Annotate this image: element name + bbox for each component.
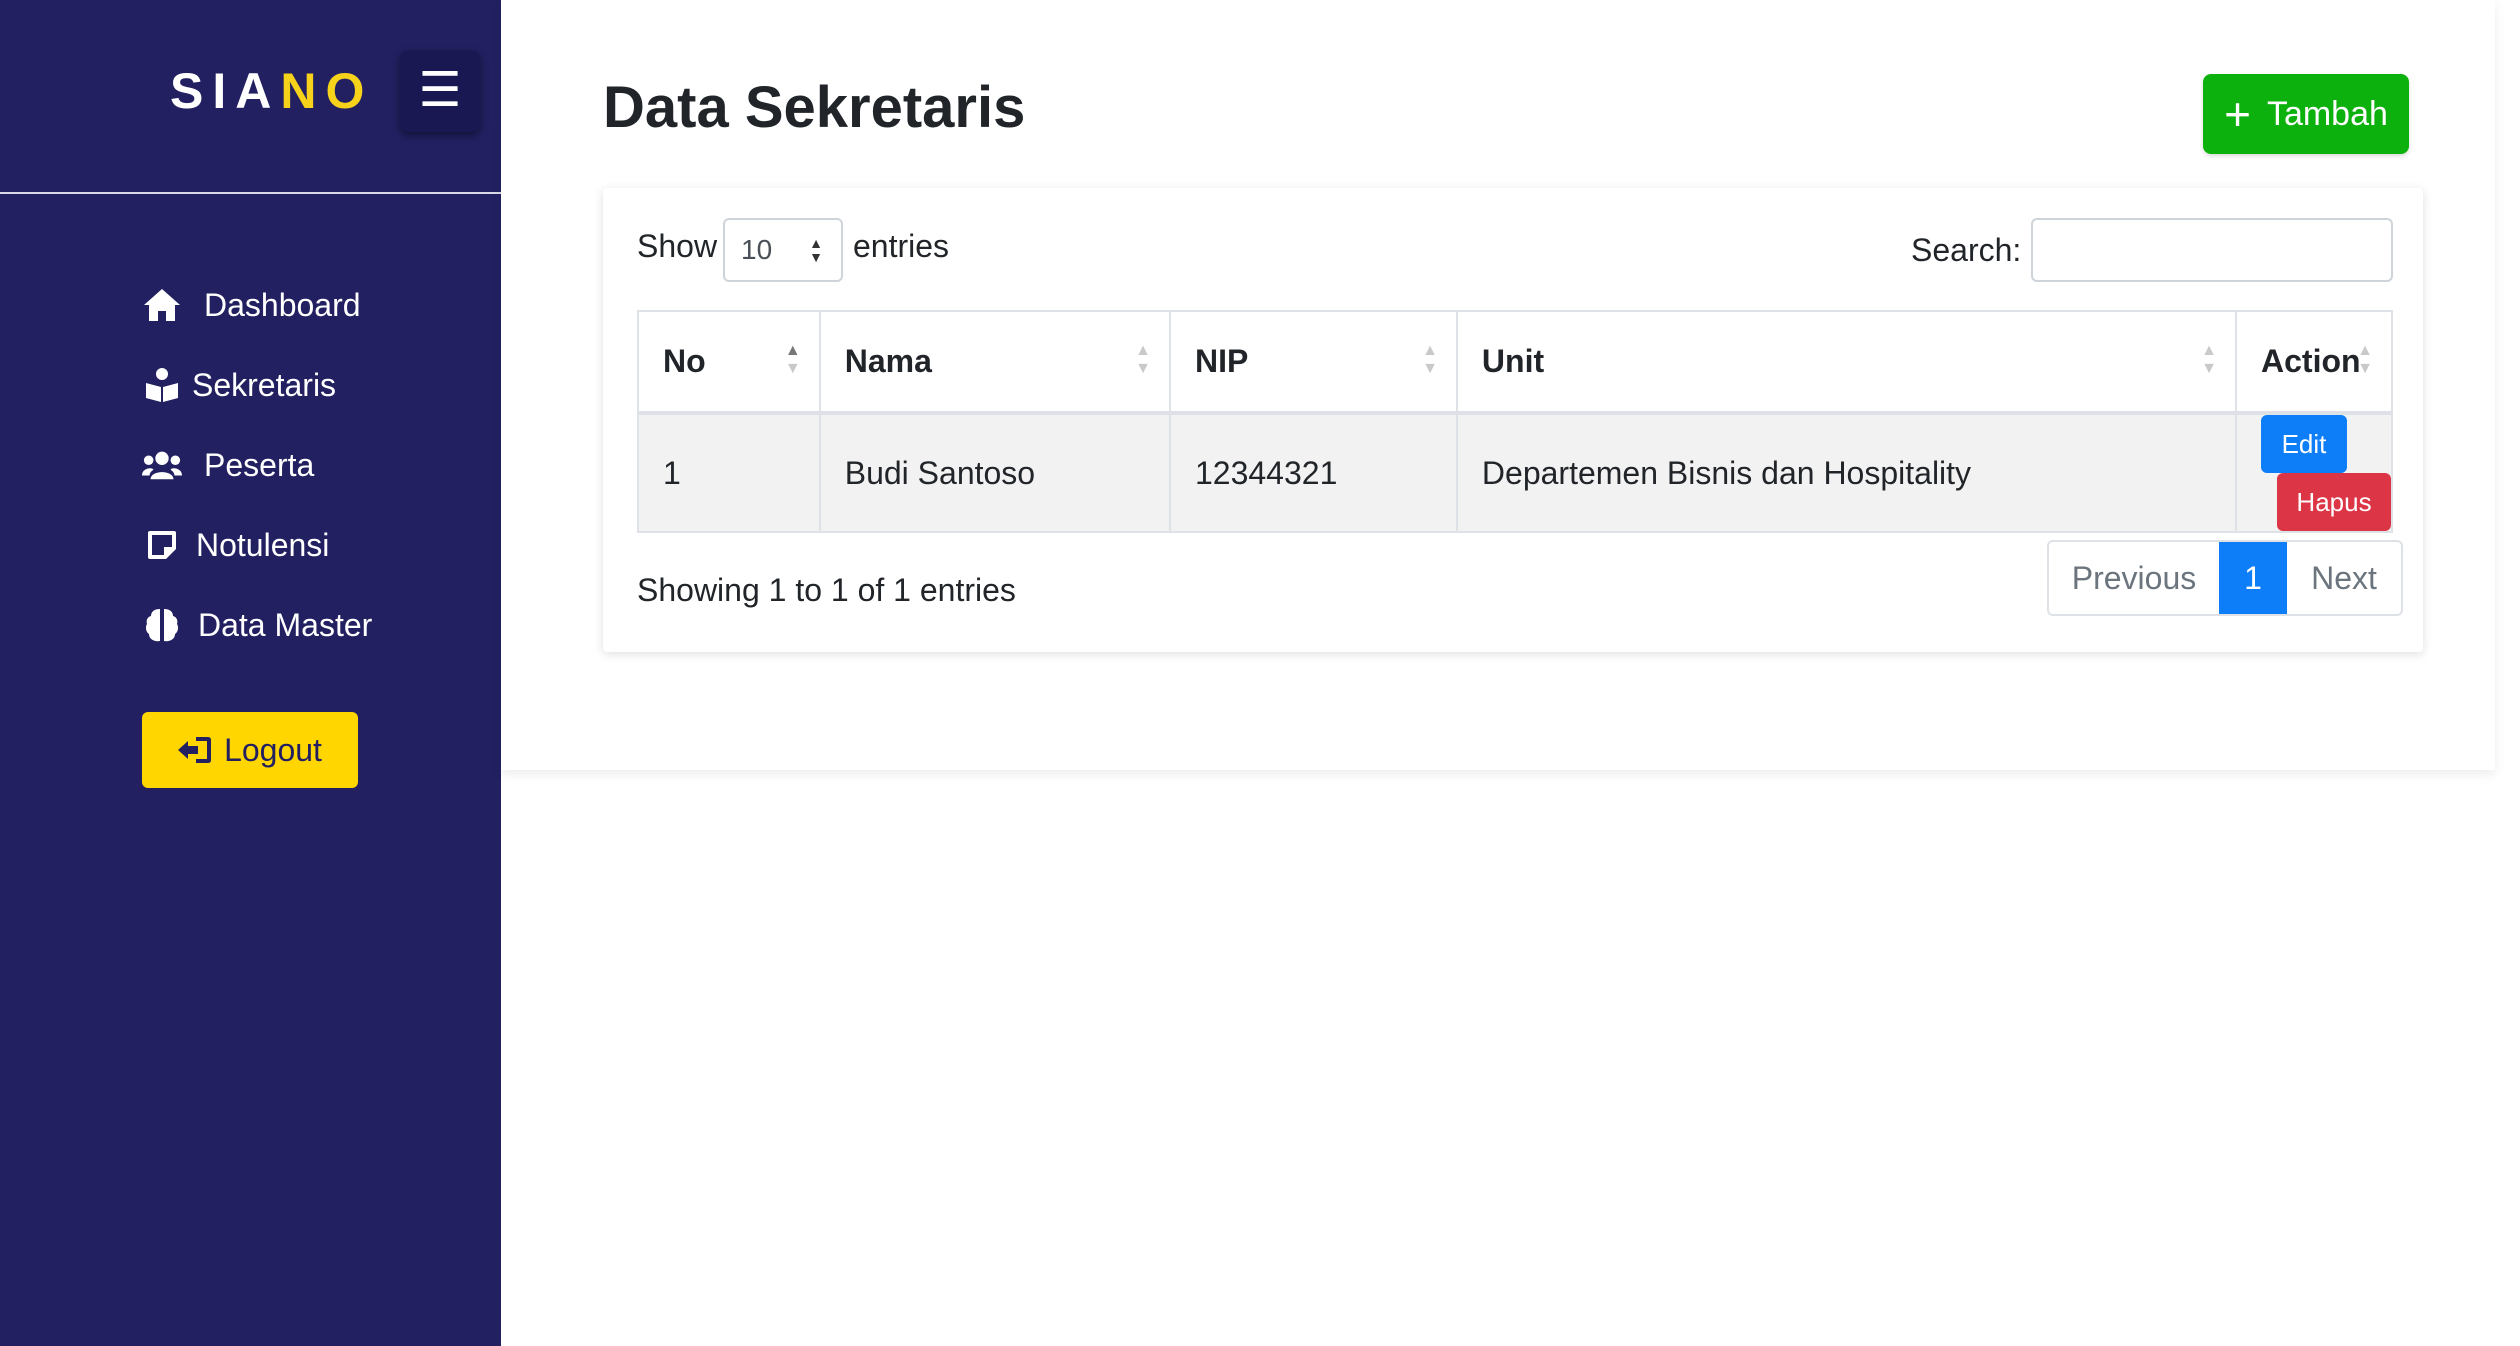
sidebar-divider (0, 192, 501, 194)
data-table-card: Show 10 ▲ ▼ entries Search: No ▲ ▼ Nama ▲ ▼… (603, 188, 2423, 652)
sidebar-item-label: Notulensi (196, 526, 330, 563)
cell-nip: 12344321 (1168, 412, 1458, 533)
hamburger-icon: ☰ (418, 64, 462, 117)
add-button-label: Tambah (2266, 94, 2388, 133)
sort-icon: ▲ ▼ (2357, 342, 2373, 377)
search-label: Search: (1911, 232, 2022, 268)
sidebar-item-data-master[interactable]: Data Master (142, 597, 372, 653)
column-header-nip[interactable]: NIP ▲ ▼ (1168, 310, 1458, 415)
sort-icon: ▲ ▼ (2201, 342, 2217, 377)
sort-icon: ▲ ▼ (784, 342, 801, 377)
sort-icon: ▲ ▼ (1422, 342, 1438, 377)
show-label: Show (637, 228, 718, 264)
column-header-unit[interactable]: Unit ▲ ▼ (1455, 310, 2238, 415)
edit-button[interactable]: Edit (2261, 415, 2347, 473)
sidebar: SIANO ☰ Dashboard Sekretaris Peserta Not… (0, 0, 501, 1346)
sekretaris-table: No ▲ ▼ Nama ▲ ▼ NIP ▲ ▼ Unit ▲ ▼ Action ▲ ▼ (637, 310, 2393, 533)
entries-per-page-value: 10 (741, 234, 773, 265)
sidebar-item-label: Peserta (204, 446, 315, 483)
pagination-next[interactable]: Next (2287, 542, 2401, 614)
sticky-note-icon (142, 525, 182, 565)
cell-nama: Budi Santoso (818, 412, 1171, 533)
pagination: Previous 1 Next (2047, 540, 2403, 616)
plus-icon: + (2224, 88, 2251, 140)
user-book-icon (142, 365, 182, 405)
entries-label: entries (853, 228, 950, 264)
page-title: Data Sekretaris (603, 75, 1026, 140)
column-header-action[interactable]: Action ▲ ▼ (2235, 310, 2393, 415)
pagination-page-current[interactable]: 1 (2219, 542, 2287, 614)
delete-button[interactable]: Hapus (2277, 473, 2391, 531)
logout-button[interactable]: Logout (142, 712, 358, 788)
sidebar-item-label: Data Master (198, 606, 373, 643)
logout-label: Logout (224, 731, 322, 768)
add-button[interactable]: + Tambah (2203, 74, 2409, 154)
sidebar-item-notulensi[interactable]: Notulensi (142, 517, 329, 573)
sidebar-item-peserta[interactable]: Peserta (142, 437, 314, 493)
brain-icon (142, 605, 182, 645)
column-header-no[interactable]: No ▲ ▼ (637, 310, 821, 415)
table-info: Showing 1 to 1 of 1 entries (637, 572, 1016, 608)
sign-out-icon (178, 737, 212, 763)
column-header-nama[interactable]: Nama ▲ ▼ (818, 310, 1171, 415)
sidebar-item-label: Dashboard (204, 286, 361, 323)
cell-unit: Departemen Bisnis dan Hospitality (1455, 412, 2238, 533)
sort-icon: ▲ ▼ (1135, 342, 1151, 377)
table-header-row: No ▲ ▼ Nama ▲ ▼ NIP ▲ ▼ Unit ▲ ▼ Action ▲ ▼ (637, 310, 2393, 415)
home-icon (142, 285, 182, 325)
menu-toggle-button[interactable]: ☰ (400, 50, 480, 132)
pagination-previous[interactable]: Previous (2049, 542, 2219, 614)
cell-no: 1 (637, 412, 821, 533)
cell-action: EditHapus (2235, 412, 2393, 533)
entries-per-page-select[interactable]: 10 ▲ ▼ (723, 218, 843, 282)
brand-logo: SIANO (170, 63, 374, 119)
sidebar-item-sekretaris[interactable]: Sekretaris (142, 357, 336, 413)
search-input[interactable] (2031, 218, 2393, 282)
sidebar-item-label: Sekretaris (192, 366, 337, 403)
users-icon (142, 445, 182, 485)
sort-arrows-icon: ▲ ▼ (809, 235, 823, 265)
table-row: 1 Budi Santoso 12344321 Departemen Bisni… (637, 412, 2393, 533)
sidebar-item-dashboard[interactable]: Dashboard (142, 277, 361, 333)
